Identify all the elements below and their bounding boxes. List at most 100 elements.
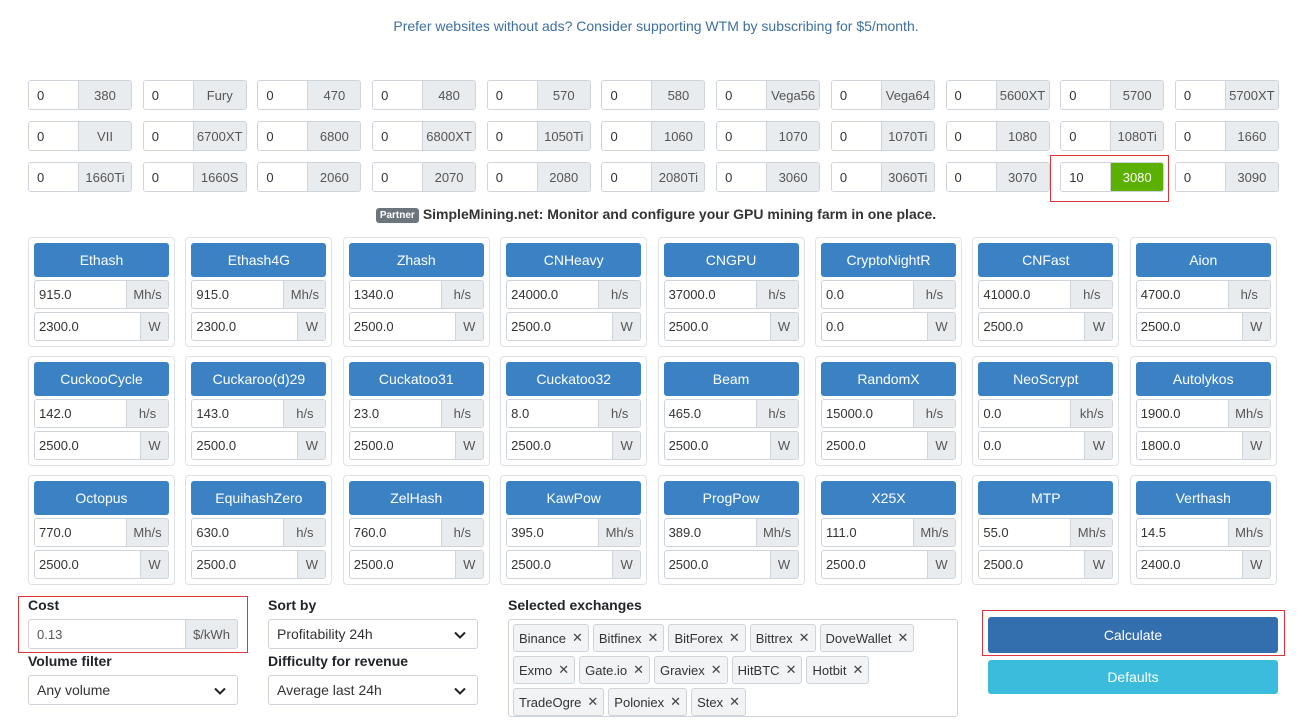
gpu-quantity-input[interactable]: 0 — [717, 81, 768, 109]
hashrate-input[interactable]: 111.0 — [822, 519, 913, 546]
algo-toggle-button[interactable]: KawPow — [506, 481, 642, 515]
algo-toggle-button[interactable]: MTP — [978, 481, 1114, 515]
hashrate-input[interactable]: 389.0 — [665, 519, 756, 546]
power-input[interactable]: 2500.0 — [507, 432, 612, 459]
power-input[interactable]: 2500.0 — [192, 432, 297, 459]
defaults-button[interactable]: Defaults — [988, 660, 1278, 694]
power-input[interactable]: 2500.0 — [665, 432, 770, 459]
gpu-quantity-input[interactable]: 0 — [1175, 163, 1226, 191]
algo-toggle-button[interactable]: CNGPU — [663, 243, 799, 277]
remove-icon[interactable]: ✕ — [729, 630, 740, 646]
power-input[interactable]: 0.0 — [822, 313, 927, 340]
power-input[interactable]: 2500.0 — [507, 313, 612, 340]
algo-toggle-button[interactable]: CryptoNightR — [820, 243, 956, 277]
gpu-quantity-input[interactable]: 0 — [487, 122, 538, 150]
power-input[interactable]: 2500.0 — [822, 551, 927, 578]
gpu-quantity-input[interactable]: 0 — [602, 163, 653, 191]
hashrate-input[interactable]: 37000.0 — [665, 281, 756, 308]
gpu-quantity-input[interactable]: 0 — [831, 163, 882, 191]
exchanges-multiselect[interactable]: Binance ✕ Bitfinex ✕ BitForex ✕ Bittrex ✕ DoveWa… — [508, 619, 958, 717]
gpu-quantity-input[interactable]: 0 — [143, 163, 194, 191]
algo-toggle-button[interactable]: Cuckaroo(d)29 — [191, 362, 327, 396]
calculate-button[interactable]: Calculate — [988, 617, 1278, 653]
gpu-quantity-input[interactable]: 0 — [717, 122, 768, 150]
algo-toggle-button[interactable]: Cuckatoo32 — [506, 362, 642, 396]
sort-by-select[interactable]: Profitability 24h — [268, 619, 478, 649]
gpu-quantity-input[interactable]: 0 — [143, 81, 194, 109]
gpu-quantity-input[interactable]: 0 — [487, 81, 538, 109]
power-input[interactable]: 2500.0 — [35, 432, 140, 459]
partner-ad[interactable]: Partner SimpleMining.net: Monitor and con… — [0, 206, 1312, 223]
power-input[interactable]: 2500.0 — [35, 551, 140, 578]
hashrate-input[interactable]: 41000.0 — [979, 281, 1070, 308]
algo-toggle-button[interactable]: CNFast — [978, 243, 1114, 277]
power-input[interactable]: 1800.0 — [1137, 432, 1242, 459]
remove-icon[interactable]: ✕ — [852, 662, 863, 678]
hashrate-input[interactable]: 770.0 — [35, 519, 126, 546]
gpu-quantity-input[interactable]: 0 — [831, 81, 882, 109]
power-input[interactable]: 2400.0 — [1137, 551, 1242, 578]
algo-toggle-button[interactable]: Verthash — [1135, 481, 1271, 515]
hashrate-input[interactable]: 143.0 — [192, 400, 283, 427]
hashrate-input[interactable]: 0.0 — [822, 281, 913, 308]
gpu-quantity-input[interactable]: 0 — [258, 81, 309, 109]
gpu-quantity-input[interactable]: 0 — [258, 163, 309, 191]
gpu-quantity-input[interactable]: 0 — [1061, 122, 1112, 150]
power-input[interactable]: 2500.0 — [192, 551, 297, 578]
algo-toggle-button[interactable]: Beam — [663, 362, 799, 396]
power-input[interactable]: 2500.0 — [665, 313, 770, 340]
power-input[interactable]: 2500.0 — [350, 313, 455, 340]
hashrate-input[interactable]: 630.0 — [192, 519, 283, 546]
volume-filter-select[interactable]: Any volume — [28, 675, 238, 705]
power-input[interactable]: 2500.0 — [822, 432, 927, 459]
remove-icon[interactable]: ✕ — [786, 662, 797, 678]
power-input[interactable]: 2500.0 — [507, 551, 612, 578]
hashrate-input[interactable]: 8.0 — [507, 400, 598, 427]
hashrate-input[interactable]: 1340.0 — [350, 281, 441, 308]
hashrate-input[interactable]: 465.0 — [665, 400, 756, 427]
power-input[interactable]: 2300.0 — [192, 313, 297, 340]
algo-toggle-button[interactable]: Ethash — [34, 243, 169, 277]
gpu-quantity-input[interactable]: 0 — [373, 122, 424, 150]
algo-toggle-button[interactable]: Zhash — [348, 243, 484, 277]
gpu-quantity-input[interactable]: 0 — [946, 81, 997, 109]
hashrate-input[interactable]: 142.0 — [35, 400, 126, 427]
algo-toggle-button[interactable]: CNHeavy — [506, 243, 642, 277]
gpu-quantity-input[interactable]: 0 — [1175, 122, 1226, 150]
remove-icon[interactable]: ✕ — [648, 630, 659, 646]
power-input[interactable]: 0.0 — [979, 432, 1084, 459]
gpu-quantity-input[interactable]: 0 — [946, 122, 997, 150]
gpu-quantity-input[interactable]: 0 — [373, 163, 424, 191]
algo-toggle-button[interactable]: ZelHash — [348, 481, 484, 515]
power-input[interactable]: 2500.0 — [1137, 313, 1242, 340]
algo-toggle-button[interactable]: RandomX — [820, 362, 956, 396]
remove-icon[interactable]: ✕ — [670, 694, 681, 710]
remove-icon[interactable]: ✕ — [558, 662, 569, 678]
remove-icon[interactable]: ✕ — [799, 630, 810, 646]
gpu-quantity-input[interactable]: 0 — [487, 163, 538, 191]
algo-toggle-button[interactable]: NeoScrypt — [978, 362, 1114, 396]
difficulty-select[interactable]: Average last 24h — [268, 675, 478, 705]
algo-toggle-button[interactable]: ProgPow — [663, 481, 799, 515]
gpu-quantity-input[interactable]: 0 — [29, 81, 79, 109]
remove-icon[interactable]: ✕ — [572, 630, 583, 646]
hashrate-input[interactable]: 915.0 — [35, 281, 126, 308]
hashrate-input[interactable]: 15000.0 — [822, 400, 913, 427]
gpu-quantity-input[interactable]: 0 — [29, 122, 79, 150]
hashrate-input[interactable]: 0.0 — [979, 400, 1070, 427]
ad-free-banner[interactable]: Prefer websites without ads? Consider su… — [0, 18, 1312, 34]
power-input[interactable]: 2500.0 — [979, 551, 1084, 578]
algo-toggle-button[interactable]: Ethash4G — [191, 243, 327, 277]
remove-icon[interactable]: ✕ — [587, 694, 598, 710]
hashrate-input[interactable]: 760.0 — [350, 519, 441, 546]
hashrate-input[interactable]: 395.0 — [507, 519, 598, 546]
gpu-quantity-input[interactable]: 0 — [1061, 81, 1112, 109]
remove-icon[interactable]: ✕ — [897, 630, 908, 646]
cost-input[interactable]: 0.13 — [29, 620, 185, 648]
power-input[interactable]: 2500.0 — [350, 432, 455, 459]
algo-toggle-button[interactable]: Aion — [1135, 243, 1271, 277]
algo-toggle-button[interactable]: Octopus — [34, 481, 169, 515]
power-input[interactable]: 2500.0 — [665, 551, 770, 578]
gpu-quantity-input[interactable]: 0 — [717, 163, 768, 191]
algo-toggle-button[interactable]: Cuckatoo31 — [348, 362, 484, 396]
